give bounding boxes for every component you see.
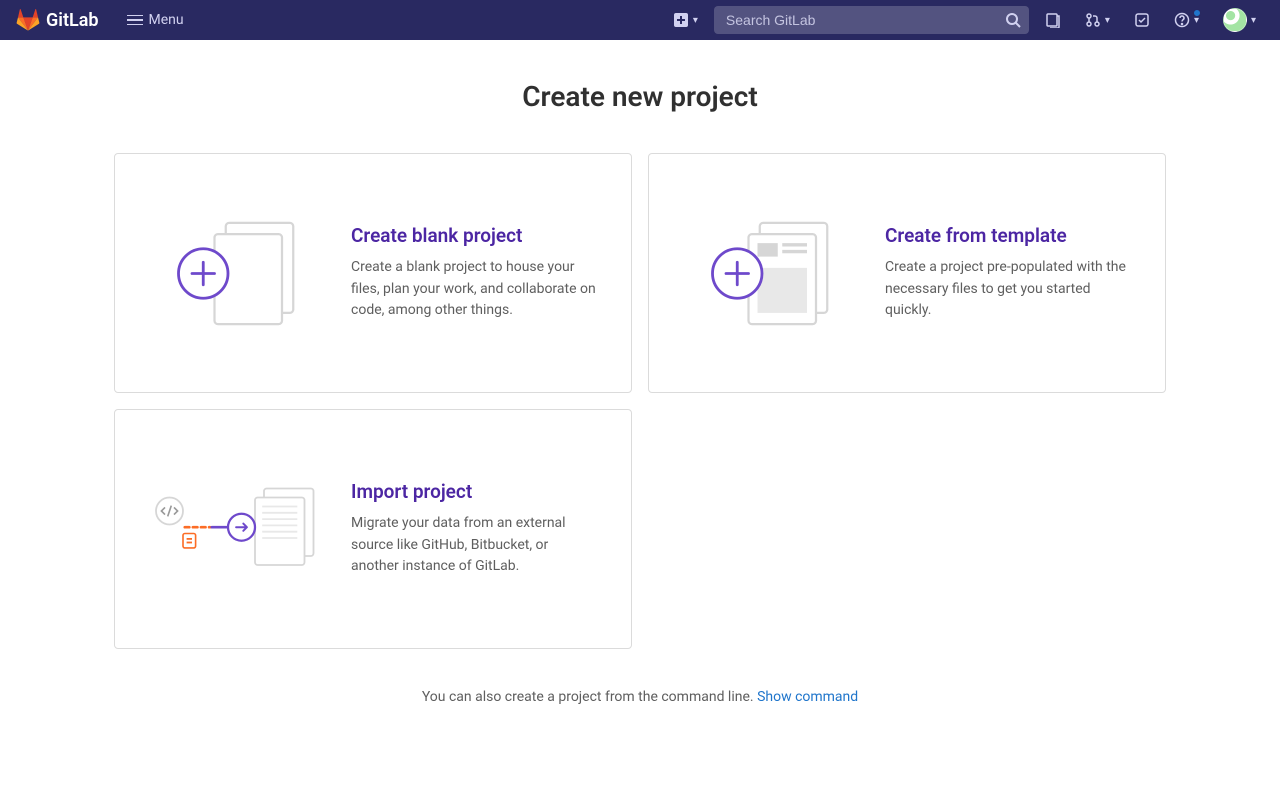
brand-text: GitLab (46, 10, 99, 31)
plus-square-icon (673, 12, 689, 28)
show-command-link[interactable]: Show command (757, 689, 858, 705)
import-project-card[interactable]: Import project Migrate your data from an… (114, 409, 632, 649)
issues-link[interactable] (1037, 6, 1069, 34)
template-illustration (681, 206, 861, 341)
chevron-down-icon: ▾ (693, 15, 698, 26)
user-menu[interactable]: ▾ (1215, 2, 1264, 38)
top-navbar: GitLab Menu ▾ ▾ ▾ ▾ (0, 0, 1280, 40)
menu-label: Menu (149, 12, 184, 28)
card-description: Create a blank project to house your fil… (351, 257, 599, 322)
project-option-cards: Create blank project Create a blank proj… (114, 153, 1166, 649)
todo-icon (1134, 12, 1150, 28)
card-title: Create from template (885, 224, 1133, 247)
create-from-template-card[interactable]: Create from template Create a project pr… (648, 153, 1166, 393)
merge-request-icon (1085, 12, 1101, 28)
todos-link[interactable] (1126, 6, 1158, 34)
help-icon (1174, 12, 1190, 28)
chevron-down-icon: ▾ (1105, 15, 1110, 26)
blank-project-illustration (147, 206, 327, 341)
page-container: Create new project Create blank project … (90, 40, 1190, 745)
search-input[interactable] (714, 6, 1029, 34)
chevron-down-icon: ▾ (1251, 15, 1256, 26)
user-avatar (1223, 8, 1247, 32)
issues-icon (1045, 12, 1061, 28)
card-description: Migrate your data from an external sourc… (351, 513, 599, 578)
notification-dot (1193, 9, 1201, 17)
card-title: Create blank project (351, 224, 599, 247)
page-title: Create new project (114, 80, 1166, 113)
command-line-note: You can also create a project from the c… (114, 689, 1166, 705)
footer-text: You can also create a project from the c… (422, 689, 757, 705)
tanuki-icon (16, 8, 40, 32)
card-title: Import project (351, 480, 599, 503)
hamburger-icon (127, 15, 143, 26)
help-dropdown[interactable]: ▾ (1166, 6, 1207, 34)
merge-requests-dropdown[interactable]: ▾ (1077, 6, 1118, 34)
card-description: Create a project pre-populated with the … (885, 257, 1133, 322)
import-illustration (147, 475, 327, 583)
gitlab-logo[interactable]: GitLab (16, 8, 99, 32)
create-new-dropdown[interactable]: ▾ (665, 6, 706, 34)
search-icon (1005, 12, 1021, 28)
create-blank-project-card[interactable]: Create blank project Create a blank proj… (114, 153, 632, 393)
menu-button[interactable]: Menu (119, 8, 192, 32)
search-container (714, 6, 1029, 34)
